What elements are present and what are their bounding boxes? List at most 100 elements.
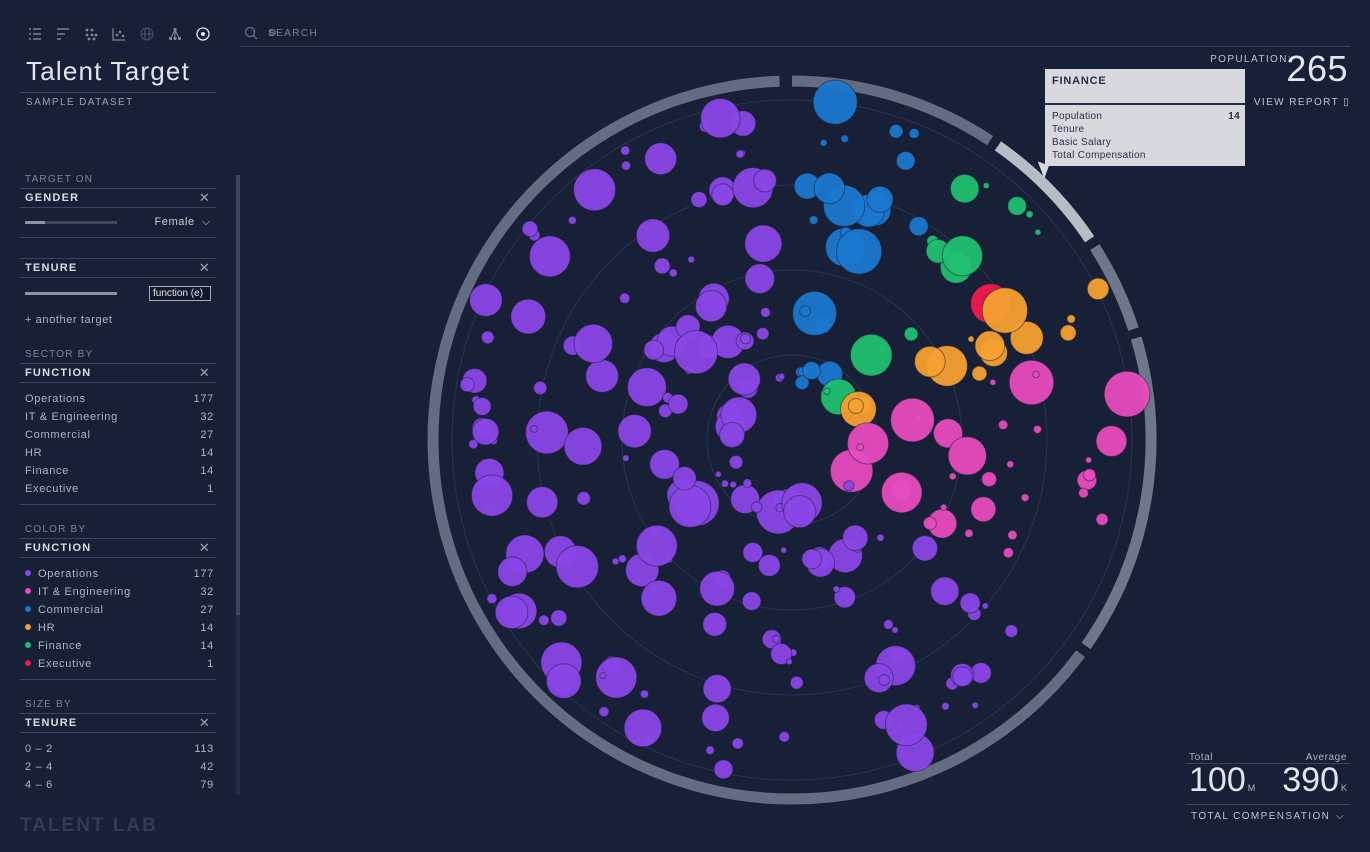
employee-bubble[interactable] bbox=[982, 182, 990, 190]
employee-bubble[interactable] bbox=[964, 528, 974, 538]
employee-bubble[interactable] bbox=[563, 426, 603, 466]
employee-bubble[interactable] bbox=[494, 595, 529, 630]
employee-bubble[interactable] bbox=[1078, 487, 1089, 499]
employee-bubble[interactable] bbox=[914, 345, 946, 378]
employee-bubble[interactable] bbox=[1002, 547, 1014, 559]
employee-bubble[interactable] bbox=[930, 576, 960, 606]
employee-bubble[interactable] bbox=[981, 602, 989, 610]
employee-bubble[interactable] bbox=[619, 292, 631, 304]
employee-bubble[interactable] bbox=[891, 626, 899, 634]
employee-bubble[interactable] bbox=[908, 216, 929, 237]
employee-bubble[interactable] bbox=[840, 134, 849, 144]
list-item[interactable]: Operations 177 bbox=[20, 390, 216, 408]
employee-bubble[interactable] bbox=[808, 215, 819, 226]
employee-bubble[interactable] bbox=[1020, 493, 1030, 503]
employee-bubble[interactable] bbox=[967, 335, 975, 343]
scatter-icon[interactable] bbox=[110, 26, 128, 42]
employee-bubble[interactable] bbox=[1066, 314, 1076, 324]
employee-bubble[interactable] bbox=[472, 396, 492, 416]
list-item[interactable]: Finance 14 bbox=[20, 462, 216, 480]
employee-bubble[interactable] bbox=[1095, 512, 1109, 526]
employee-bubble[interactable] bbox=[622, 454, 630, 462]
employee-bubble[interactable] bbox=[1025, 210, 1034, 219]
employee-bubble[interactable] bbox=[538, 614, 550, 627]
employee-bubble[interactable] bbox=[970, 496, 997, 523]
employee-bubble[interactable] bbox=[526, 486, 559, 519]
employee-bubble[interactable] bbox=[735, 149, 745, 159]
list-item[interactable]: Commercial 27 bbox=[20, 601, 216, 619]
employee-bubble[interactable] bbox=[727, 362, 761, 396]
employee-bubble[interactable] bbox=[744, 224, 783, 263]
employee-bubble[interactable] bbox=[1006, 460, 1015, 469]
employee-bubble[interactable] bbox=[884, 703, 928, 747]
target-icon[interactable] bbox=[194, 26, 212, 42]
employee-bubble[interactable] bbox=[772, 634, 781, 644]
employee-bubble[interactable] bbox=[823, 387, 831, 395]
employee-bubble[interactable] bbox=[744, 263, 776, 294]
employee-bubble[interactable] bbox=[471, 417, 500, 446]
employee-bubble[interactable] bbox=[856, 443, 865, 452]
employee-bubble[interactable] bbox=[922, 516, 937, 531]
employee-bubble[interactable] bbox=[846, 422, 890, 465]
employee-bubble[interactable] bbox=[545, 663, 582, 699]
employee-bubble[interactable] bbox=[989, 378, 997, 386]
tenure-slider[interactable] bbox=[25, 291, 117, 295]
employee-bubble[interactable] bbox=[952, 666, 973, 687]
employee-bubble[interactable] bbox=[778, 731, 791, 743]
employee-bubble[interactable] bbox=[1034, 228, 1042, 236]
gender-dropdown[interactable]: Female ⌵ bbox=[154, 216, 211, 229]
employee-bubble[interactable] bbox=[719, 422, 746, 449]
employee-bubble[interactable] bbox=[1059, 324, 1077, 342]
list-item[interactable]: 2 – 4 42 bbox=[20, 758, 216, 776]
close-icon[interactable]: ✕ bbox=[199, 260, 211, 276]
employee-bubble[interactable] bbox=[702, 674, 732, 704]
employee-bubble[interactable] bbox=[620, 145, 631, 156]
employee-bubble[interactable] bbox=[1032, 424, 1043, 434]
employee-bubble[interactable] bbox=[1086, 277, 1110, 301]
gender-slider[interactable] bbox=[25, 221, 117, 224]
employee-bubble[interactable] bbox=[653, 257, 671, 275]
employee-bubble[interactable] bbox=[687, 255, 696, 264]
employee-bubble[interactable] bbox=[832, 585, 841, 593]
employee-bubble[interactable] bbox=[585, 359, 620, 393]
employee-bubble[interactable] bbox=[1008, 359, 1055, 406]
employee-bubble[interactable] bbox=[729, 480, 738, 489]
employee-bubble[interactable] bbox=[783, 495, 817, 529]
list-item[interactable]: Executive 1 bbox=[20, 480, 216, 498]
employee-bubble[interactable] bbox=[635, 524, 678, 567]
employee-bubble[interactable] bbox=[949, 173, 980, 204]
employee-bubble[interactable] bbox=[711, 183, 735, 207]
employee-bubble[interactable] bbox=[742, 478, 753, 489]
employee-bubble[interactable] bbox=[739, 333, 752, 345]
employee-bubble[interactable] bbox=[672, 466, 697, 491]
employee-bubble[interactable] bbox=[668, 484, 712, 528]
employee-bubble[interactable] bbox=[849, 333, 893, 377]
employee-bubble[interactable] bbox=[750, 501, 763, 513]
employee-bubble[interactable] bbox=[842, 524, 869, 551]
employee-bubble[interactable] bbox=[700, 98, 741, 139]
bars-icon[interactable] bbox=[54, 26, 72, 42]
employee-bubble[interactable] bbox=[617, 554, 627, 564]
close-icon[interactable]: ✕ bbox=[199, 365, 211, 381]
employee-bubble[interactable] bbox=[878, 674, 891, 687]
employee-bubble[interactable] bbox=[528, 235, 571, 278]
list-item[interactable]: IT & Engineering 32 bbox=[20, 583, 216, 601]
employee-bubble[interactable] bbox=[890, 397, 935, 443]
employee-bubble[interactable] bbox=[777, 372, 786, 381]
list-item[interactable]: 0 – 2 113 bbox=[20, 740, 216, 758]
employee-bubble[interactable] bbox=[819, 138, 828, 147]
employee-bubble[interactable] bbox=[694, 290, 728, 323]
employee-bubble[interactable] bbox=[611, 557, 620, 566]
employee-bubble[interactable] bbox=[835, 228, 883, 275]
employee-bubble[interactable] bbox=[971, 701, 979, 709]
employee-bubble[interactable] bbox=[843, 480, 855, 492]
employee-bubble[interactable] bbox=[756, 326, 770, 341]
employee-bubble[interactable] bbox=[981, 287, 1029, 334]
employee-bubble[interactable] bbox=[470, 474, 514, 517]
employee-bubble[interactable] bbox=[639, 689, 650, 699]
employee-bubble[interactable] bbox=[621, 160, 632, 171]
employee-bubble[interactable] bbox=[673, 330, 719, 375]
employee-bubble[interactable] bbox=[1007, 529, 1018, 541]
employee-bubble[interactable] bbox=[521, 220, 539, 238]
employee-bubble[interactable] bbox=[525, 410, 569, 455]
